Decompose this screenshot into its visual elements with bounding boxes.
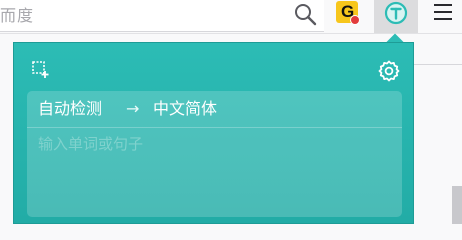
grammarly-extension-icon[interactable]: G: [336, 1, 360, 25]
screenshot-translate-icon[interactable]: [32, 61, 50, 79]
page-divider: [414, 64, 462, 65]
language-selector: 自动检测 → 中文简体: [27, 91, 402, 128]
translate-panel: 自动检测 → 中文简体: [27, 91, 402, 217]
translate-popup: 自动检测 → 中文简体: [13, 42, 414, 224]
swap-arrow-icon[interactable]: →: [126, 98, 139, 120]
browser-toolbar: 而度 G: [0, 0, 462, 34]
source-language-select[interactable]: 自动检测: [38, 98, 102, 120]
translate-extension-icon: [384, 1, 408, 25]
search-icon[interactable]: [293, 2, 317, 26]
target-language-select[interactable]: 中文简体: [153, 98, 217, 120]
url-bar[interactable]: 而度: [0, 0, 324, 32]
url-text: 而度: [0, 6, 35, 25]
translate-extension-button[interactable]: [374, 0, 418, 33]
page-scrollbar[interactable]: [452, 186, 462, 224]
translate-text-input[interactable]: [38, 133, 390, 203]
hamburger-menu-icon[interactable]: [432, 1, 454, 23]
gear-icon[interactable]: [377, 59, 401, 83]
notification-dot: [350, 15, 360, 25]
